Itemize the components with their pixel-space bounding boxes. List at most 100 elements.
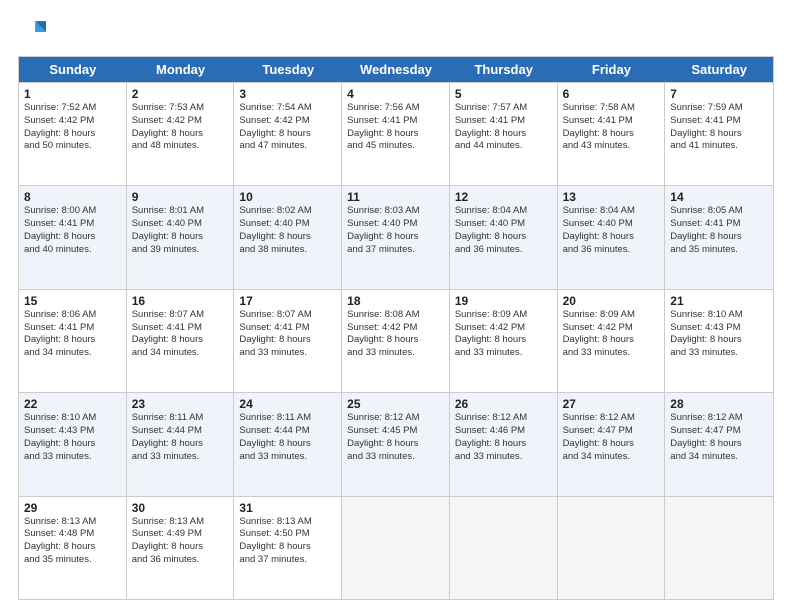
weekday-header-thursday: Thursday: [450, 57, 558, 82]
calendar-day-empty: [450, 497, 558, 599]
day-number: 7: [670, 87, 768, 101]
day-detail: Sunrise: 8:02 AMSunset: 4:40 PMDaylight:…: [239, 205, 336, 256]
page-header: [18, 18, 774, 46]
calendar-day-21: 21Sunrise: 8:10 AMSunset: 4:43 PMDayligh…: [665, 290, 773, 392]
calendar-row: 29Sunrise: 8:13 AMSunset: 4:48 PMDayligh…: [19, 496, 773, 599]
calendar-header: SundayMondayTuesdayWednesdayThursdayFrid…: [19, 57, 773, 82]
calendar-row: 1Sunrise: 7:52 AMSunset: 4:42 PMDaylight…: [19, 82, 773, 185]
calendar-day-empty: [665, 497, 773, 599]
calendar-day-empty: [558, 497, 666, 599]
day-number: 21: [670, 294, 768, 308]
calendar-day-5: 5Sunrise: 7:57 AMSunset: 4:41 PMDaylight…: [450, 83, 558, 185]
day-number: 13: [563, 190, 660, 204]
day-number: 23: [132, 397, 229, 411]
calendar-day-8: 8Sunrise: 8:00 AMSunset: 4:41 PMDaylight…: [19, 186, 127, 288]
day-detail: Sunrise: 8:12 AMSunset: 4:45 PMDaylight:…: [347, 412, 444, 463]
weekday-header-monday: Monday: [127, 57, 235, 82]
day-detail: Sunrise: 8:09 AMSunset: 4:42 PMDaylight:…: [455, 309, 552, 360]
calendar-day-29: 29Sunrise: 8:13 AMSunset: 4:48 PMDayligh…: [19, 497, 127, 599]
calendar-day-9: 9Sunrise: 8:01 AMSunset: 4:40 PMDaylight…: [127, 186, 235, 288]
day-detail: Sunrise: 8:10 AMSunset: 4:43 PMDaylight:…: [24, 412, 121, 463]
day-detail: Sunrise: 8:12 AMSunset: 4:47 PMDaylight:…: [670, 412, 768, 463]
calendar-day-31: 31Sunrise: 8:13 AMSunset: 4:50 PMDayligh…: [234, 497, 342, 599]
calendar-day-27: 27Sunrise: 8:12 AMSunset: 4:47 PMDayligh…: [558, 393, 666, 495]
calendar-day-12: 12Sunrise: 8:04 AMSunset: 4:40 PMDayligh…: [450, 186, 558, 288]
day-detail: Sunrise: 8:04 AMSunset: 4:40 PMDaylight:…: [563, 205, 660, 256]
day-number: 26: [455, 397, 552, 411]
calendar-day-16: 16Sunrise: 8:07 AMSunset: 4:41 PMDayligh…: [127, 290, 235, 392]
day-detail: Sunrise: 8:13 AMSunset: 4:48 PMDaylight:…: [24, 516, 121, 567]
day-detail: Sunrise: 8:00 AMSunset: 4:41 PMDaylight:…: [24, 205, 121, 256]
calendar-day-22: 22Sunrise: 8:10 AMSunset: 4:43 PMDayligh…: [19, 393, 127, 495]
day-number: 30: [132, 501, 229, 515]
calendar-day-26: 26Sunrise: 8:12 AMSunset: 4:46 PMDayligh…: [450, 393, 558, 495]
day-number: 17: [239, 294, 336, 308]
day-detail: Sunrise: 8:09 AMSunset: 4:42 PMDaylight:…: [563, 309, 660, 360]
day-number: 18: [347, 294, 444, 308]
day-detail: Sunrise: 8:06 AMSunset: 4:41 PMDaylight:…: [24, 309, 121, 360]
day-number: 8: [24, 190, 121, 204]
calendar-body: 1Sunrise: 7:52 AMSunset: 4:42 PMDaylight…: [19, 82, 773, 599]
day-detail: Sunrise: 8:04 AMSunset: 4:40 PMDaylight:…: [455, 205, 552, 256]
calendar-day-25: 25Sunrise: 8:12 AMSunset: 4:45 PMDayligh…: [342, 393, 450, 495]
weekday-header-sunday: Sunday: [19, 57, 127, 82]
calendar-day-20: 20Sunrise: 8:09 AMSunset: 4:42 PMDayligh…: [558, 290, 666, 392]
day-number: 28: [670, 397, 768, 411]
day-number: 15: [24, 294, 121, 308]
day-detail: Sunrise: 7:52 AMSunset: 4:42 PMDaylight:…: [24, 102, 121, 153]
day-detail: Sunrise: 8:07 AMSunset: 4:41 PMDaylight:…: [132, 309, 229, 360]
day-detail: Sunrise: 7:57 AMSunset: 4:41 PMDaylight:…: [455, 102, 552, 153]
weekday-header-tuesday: Tuesday: [234, 57, 342, 82]
day-number: 20: [563, 294, 660, 308]
day-number: 27: [563, 397, 660, 411]
day-number: 10: [239, 190, 336, 204]
calendar: SundayMondayTuesdayWednesdayThursdayFrid…: [18, 56, 774, 600]
day-number: 11: [347, 190, 444, 204]
calendar-day-23: 23Sunrise: 8:11 AMSunset: 4:44 PMDayligh…: [127, 393, 235, 495]
day-number: 24: [239, 397, 336, 411]
day-number: 16: [132, 294, 229, 308]
calendar-day-10: 10Sunrise: 8:02 AMSunset: 4:40 PMDayligh…: [234, 186, 342, 288]
day-detail: Sunrise: 8:10 AMSunset: 4:43 PMDaylight:…: [670, 309, 768, 360]
day-number: 1: [24, 87, 121, 101]
calendar-row: 22Sunrise: 8:10 AMSunset: 4:43 PMDayligh…: [19, 392, 773, 495]
calendar-day-empty: [342, 497, 450, 599]
calendar-day-14: 14Sunrise: 8:05 AMSunset: 4:41 PMDayligh…: [665, 186, 773, 288]
day-detail: Sunrise: 8:13 AMSunset: 4:50 PMDaylight:…: [239, 516, 336, 567]
calendar-day-19: 19Sunrise: 8:09 AMSunset: 4:42 PMDayligh…: [450, 290, 558, 392]
day-detail: Sunrise: 8:11 AMSunset: 4:44 PMDaylight:…: [239, 412, 336, 463]
day-number: 5: [455, 87, 552, 101]
day-detail: Sunrise: 8:13 AMSunset: 4:49 PMDaylight:…: [132, 516, 229, 567]
day-detail: Sunrise: 7:54 AMSunset: 4:42 PMDaylight:…: [239, 102, 336, 153]
logo-icon: [18, 18, 46, 46]
day-detail: Sunrise: 8:12 AMSunset: 4:47 PMDaylight:…: [563, 412, 660, 463]
day-detail: Sunrise: 8:03 AMSunset: 4:40 PMDaylight:…: [347, 205, 444, 256]
day-detail: Sunrise: 8:11 AMSunset: 4:44 PMDaylight:…: [132, 412, 229, 463]
calendar-day-24: 24Sunrise: 8:11 AMSunset: 4:44 PMDayligh…: [234, 393, 342, 495]
calendar-day-30: 30Sunrise: 8:13 AMSunset: 4:49 PMDayligh…: [127, 497, 235, 599]
day-detail: Sunrise: 7:59 AMSunset: 4:41 PMDaylight:…: [670, 102, 768, 153]
calendar-day-1: 1Sunrise: 7:52 AMSunset: 4:42 PMDaylight…: [19, 83, 127, 185]
day-detail: Sunrise: 7:58 AMSunset: 4:41 PMDaylight:…: [563, 102, 660, 153]
day-number: 29: [24, 501, 121, 515]
calendar-day-6: 6Sunrise: 7:58 AMSunset: 4:41 PMDaylight…: [558, 83, 666, 185]
day-detail: Sunrise: 8:08 AMSunset: 4:42 PMDaylight:…: [347, 309, 444, 360]
day-detail: Sunrise: 8:05 AMSunset: 4:41 PMDaylight:…: [670, 205, 768, 256]
calendar-day-15: 15Sunrise: 8:06 AMSunset: 4:41 PMDayligh…: [19, 290, 127, 392]
weekday-header-saturday: Saturday: [665, 57, 773, 82]
day-detail: Sunrise: 7:56 AMSunset: 4:41 PMDaylight:…: [347, 102, 444, 153]
day-number: 3: [239, 87, 336, 101]
day-number: 6: [563, 87, 660, 101]
day-number: 22: [24, 397, 121, 411]
weekday-header-wednesday: Wednesday: [342, 57, 450, 82]
day-detail: Sunrise: 8:01 AMSunset: 4:40 PMDaylight:…: [132, 205, 229, 256]
day-number: 4: [347, 87, 444, 101]
calendar-day-18: 18Sunrise: 8:08 AMSunset: 4:42 PMDayligh…: [342, 290, 450, 392]
calendar-day-11: 11Sunrise: 8:03 AMSunset: 4:40 PMDayligh…: [342, 186, 450, 288]
calendar-day-4: 4Sunrise: 7:56 AMSunset: 4:41 PMDaylight…: [342, 83, 450, 185]
day-detail: Sunrise: 8:12 AMSunset: 4:46 PMDaylight:…: [455, 412, 552, 463]
calendar-day-2: 2Sunrise: 7:53 AMSunset: 4:42 PMDaylight…: [127, 83, 235, 185]
day-number: 31: [239, 501, 336, 515]
calendar-row: 8Sunrise: 8:00 AMSunset: 4:41 PMDaylight…: [19, 185, 773, 288]
calendar-row: 15Sunrise: 8:06 AMSunset: 4:41 PMDayligh…: [19, 289, 773, 392]
